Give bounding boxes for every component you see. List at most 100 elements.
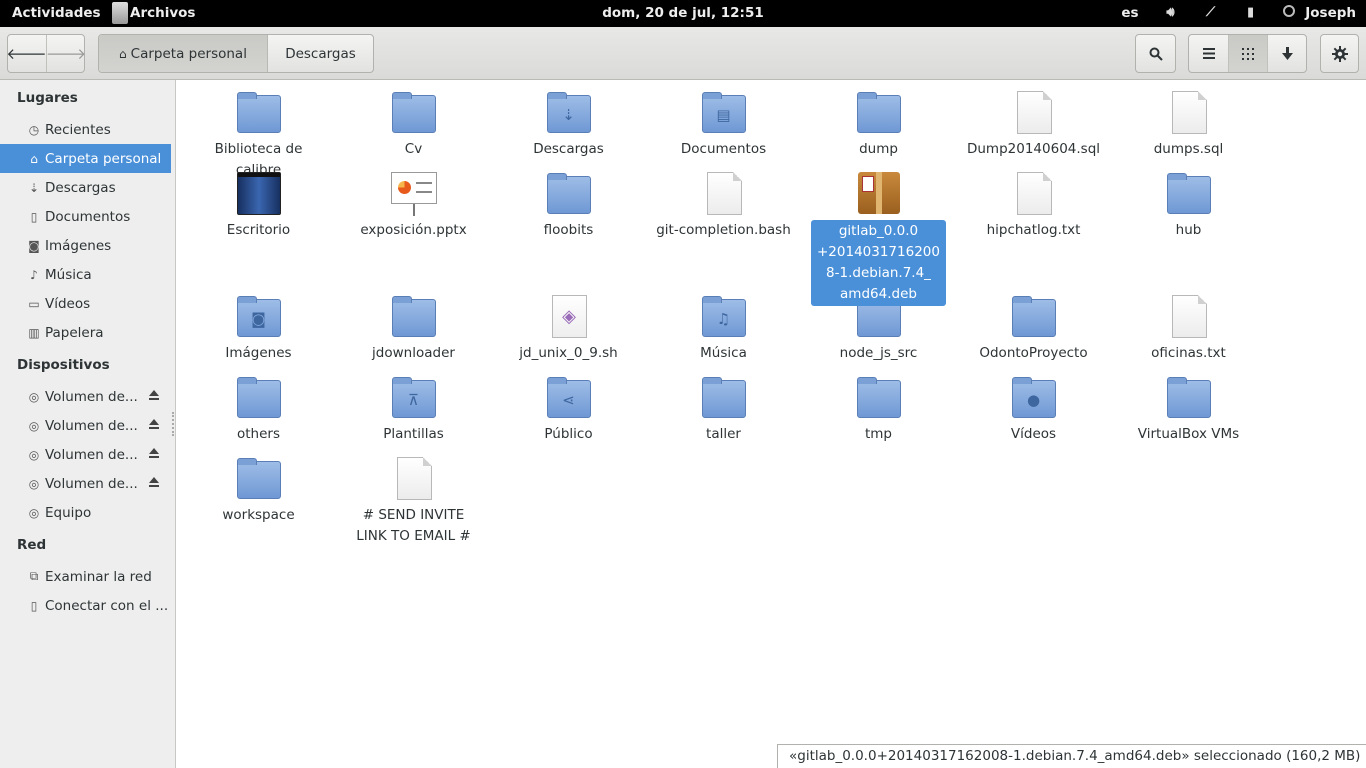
- file-name: gitlab_0.0.0 +2014031716200 8-1.debian.7.4…: [811, 220, 946, 306]
- path-bar: ⌂ Carpeta personal Descargas: [98, 34, 374, 73]
- eject-icon[interactable]: [149, 477, 159, 487]
- file-item[interactable]: Dump20140604.sql: [966, 89, 1101, 160]
- eject-icon[interactable]: [149, 419, 159, 429]
- file-item[interactable]: oficinas.txt: [1121, 293, 1256, 364]
- eject-icon[interactable]: [149, 390, 159, 400]
- file-item[interactable]: ⋖ Público: [501, 374, 636, 445]
- sidebar-item-label: Documentos: [45, 208, 131, 225]
- sidebar-item-label: Volumen de...: [45, 388, 138, 405]
- file-name: VirtualBox VMs: [1137, 426, 1240, 442]
- file-item[interactable]: floobits: [501, 170, 636, 241]
- file-item[interactable]: # SEND INVITE LINK TO EMAIL #: [346, 455, 481, 547]
- file-item[interactable]: VirtualBox VMs: [1121, 374, 1256, 445]
- file-name: hipchatlog.txt: [986, 222, 1081, 238]
- folder-icon: [235, 374, 283, 422]
- sort-options-button[interactable]: [1267, 35, 1306, 72]
- eject-icon[interactable]: [149, 448, 159, 458]
- sidebar-item-downloads[interactable]: ⇣ Descargas: [0, 173, 171, 202]
- sidebar-item-volume-1[interactable]: ◎ Volumen de...: [0, 382, 171, 411]
- path-downloads-button[interactable]: Descargas: [267, 35, 373, 72]
- path-home-button[interactable]: ⌂ Carpeta personal: [99, 35, 267, 72]
- sidebar-resize-handle[interactable]: [172, 412, 174, 436]
- volume-icon[interactable]: 🔊︎: [1163, 5, 1179, 21]
- package-icon: [855, 170, 903, 218]
- file-item[interactable]: git-completion.bash: [656, 170, 791, 241]
- folder-icon: [855, 374, 903, 422]
- search-button[interactable]: [1135, 34, 1176, 73]
- file-item[interactable]: jdownloader: [346, 293, 481, 364]
- sidebar-item-home[interactable]: ⌂ Carpeta personal: [0, 144, 171, 173]
- folder-templates-icon: ⊼: [390, 374, 438, 422]
- sidebar-item-recent[interactable]: ◷ Recientes: [0, 115, 171, 144]
- text-file-icon: [1010, 170, 1058, 218]
- sidebar-item-volume-3[interactable]: ◎ Volumen de...: [0, 440, 171, 469]
- file-item[interactable]: workspace: [191, 455, 326, 526]
- file-item[interactable]: dumps.sql: [1121, 89, 1256, 160]
- sidebar-item-browse-network[interactable]: ⧉ Examinar la red: [0, 562, 171, 591]
- settings-button[interactable]: [1320, 34, 1359, 73]
- list-view-button[interactable]: [1189, 35, 1228, 72]
- computer-icon: ◎: [28, 505, 40, 520]
- text-file-icon: [700, 170, 748, 218]
- view-buttons: [1188, 34, 1307, 73]
- file-item[interactable]: ◙ Imágenes: [191, 293, 326, 364]
- file-item[interactable]: dump: [811, 89, 946, 160]
- navigation-buttons: 🡐 🡒: [6, 34, 86, 73]
- sidebar-item-label: Volumen de...: [45, 446, 138, 463]
- sidebar-item-pictures[interactable]: ◙ Imágenes: [0, 231, 171, 260]
- sidebar-item-label: Volumen de...: [45, 475, 138, 492]
- forward-button[interactable]: 🡒: [46, 35, 86, 72]
- file-item[interactable]: ♫ Música: [656, 293, 791, 364]
- file-item[interactable]: Escritorio: [191, 170, 326, 241]
- download-icon: ⇣: [28, 180, 40, 195]
- file-name: # SEND INVITE LINK TO EMAIL #: [346, 505, 481, 547]
- sidebar-item-documents[interactable]: ▯ Documentos: [0, 202, 171, 231]
- file-name: dump: [859, 141, 898, 157]
- devices-heading: Dispositivos: [17, 357, 110, 373]
- header-bar: 🡐 🡒 ⌂ Carpeta personal Descargas: [0, 27, 1366, 80]
- user-menu[interactable]: Joseph: [1282, 5, 1356, 21]
- file-name-line: # SEND INVITE: [362, 507, 465, 523]
- sidebar-item-music[interactable]: ♪ Música: [0, 260, 171, 289]
- network-icon[interactable]: ⟋: [1203, 5, 1219, 21]
- user-name: Joseph: [1305, 5, 1356, 21]
- search-icon: [1149, 47, 1163, 61]
- file-item[interactable]: ⇣ Descargas: [501, 89, 636, 160]
- sidebar-item-computer[interactable]: ◎ Equipo: [0, 498, 171, 527]
- folder-icon: [390, 293, 438, 341]
- folder-icon: [545, 170, 593, 218]
- battery-icon[interactable]: ▮: [1243, 5, 1259, 21]
- file-name: Dump20140604.sql: [966, 141, 1101, 157]
- file-item[interactable]: hub: [1121, 170, 1256, 241]
- folder-icon: [1010, 293, 1058, 341]
- file-item[interactable]: Biblioteca de calibre: [191, 89, 326, 181]
- sidebar-item-volume-2[interactable]: ◎ Volumen de...: [0, 411, 171, 440]
- file-item[interactable]: gitlab_0.0.0 +2014031716200 8-1.debian.7.4…: [811, 170, 946, 306]
- home-icon: ⌂: [30, 151, 38, 166]
- file-item[interactable]: ▤ Documentos: [656, 89, 791, 160]
- sidebar-item-volume-4[interactable]: ◎ Volumen de...: [0, 469, 171, 498]
- language-indicator[interactable]: es: [1121, 5, 1138, 21]
- trash-icon: ▥: [28, 325, 40, 340]
- file-name: Descargas: [533, 141, 604, 157]
- file-item[interactable]: ⊼ Plantillas: [346, 374, 481, 445]
- grid-view-button[interactable]: [1228, 35, 1267, 72]
- file-item[interactable]: others: [191, 374, 326, 445]
- file-item[interactable]: taller: [656, 374, 791, 445]
- file-item[interactable]: ● Vídeos: [966, 374, 1101, 445]
- file-item[interactable]: OdontoProyecto: [966, 293, 1101, 364]
- file-item[interactable]: tmp: [811, 374, 946, 445]
- file-item[interactable]: jd_unix_0_9.sh: [501, 293, 636, 364]
- text-file-icon: [390, 455, 438, 503]
- sidebar-item-connect-server[interactable]: ▯ Conectar con el ...: [0, 591, 171, 620]
- file-name: hub: [1175, 222, 1202, 238]
- file-item[interactable]: Cv: [346, 89, 481, 160]
- file-item[interactable]: hipchatlog.txt: [966, 170, 1101, 241]
- file-name-line: gitlab_0.0.0: [838, 223, 919, 239]
- status-area[interactable]: es 🔊︎ ⟋ ▮ Joseph: [1121, 5, 1356, 21]
- file-item[interactable]: exposición.pptx: [346, 170, 481, 241]
- sidebar-item-videos[interactable]: ▭ Vídeos: [0, 289, 171, 318]
- back-button[interactable]: 🡐: [6, 35, 46, 72]
- sidebar-item-trash[interactable]: ▥ Papelera: [0, 318, 171, 347]
- sidebar-item-label: Volumen de...: [45, 417, 138, 434]
